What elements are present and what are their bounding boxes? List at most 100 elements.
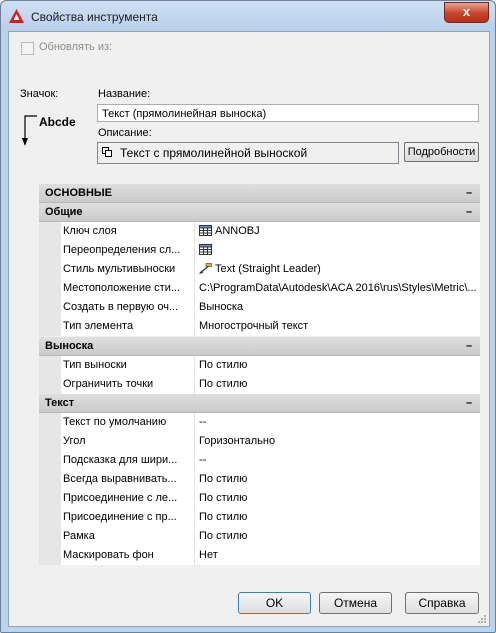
table-icon: [199, 225, 212, 236]
property-value[interactable]: --: [199, 454, 477, 466]
property-row[interactable]: Подсказка для шири... --: [39, 451, 480, 471]
title-bar[interactable]: Свойства инструмента x: [1, 1, 495, 31]
column-divider[interactable]: [194, 317, 195, 336]
property-row[interactable]: Текст по умолчанию --: [39, 413, 480, 433]
row-gutter: [39, 298, 61, 317]
property-value-text: Text (Straight Leader): [215, 263, 321, 275]
collapse-icon[interactable]: –: [464, 203, 474, 221]
column-divider[interactable]: [194, 279, 195, 298]
property-name: Рамка: [63, 530, 95, 542]
row-gutter: [39, 222, 61, 241]
column-divider[interactable]: [194, 241, 195, 260]
name-input[interactable]: Текст (прямолинейная выноска): [97, 104, 479, 122]
property-row[interactable]: Присоединение с ле... По стилю: [39, 489, 480, 509]
row-gutter: [39, 451, 61, 470]
section-main[interactable]: ОСНОВНЫЕ –: [39, 184, 480, 203]
column-divider[interactable]: [194, 470, 195, 489]
row-gutter: [39, 356, 61, 375]
resize-grip-icon[interactable]: [477, 614, 487, 624]
group-leader[interactable]: Выноска –: [39, 337, 480, 356]
column-divider[interactable]: [194, 260, 195, 279]
property-row[interactable]: Присоединение с пр... По стилю: [39, 508, 480, 528]
property-name: Ключ слоя: [63, 225, 117, 237]
property-name: Местоположение сти...: [63, 282, 181, 294]
icon-label: Значок:: [20, 88, 59, 100]
property-value[interactable]: По стилю: [199, 530, 477, 542]
property-name: Переопределения сл...: [63, 244, 181, 256]
property-row[interactable]: Создать в первую оч... Выноска: [39, 298, 480, 318]
cancel-button[interactable]: Отмена: [319, 592, 392, 614]
row-gutter: [39, 375, 61, 394]
property-name: Текст по умолчанию: [63, 416, 167, 428]
property-name: Создать в первую оч...: [63, 301, 179, 313]
property-row[interactable]: Маскировать фон Нет: [39, 546, 480, 566]
property-name: Подсказка для шири...: [63, 454, 178, 466]
group-general[interactable]: Общие –: [39, 203, 480, 222]
column-divider[interactable]: [194, 527, 195, 546]
property-value[interactable]: Выноска: [199, 301, 477, 313]
dialog-body: Обновлять из: Значок: Abcde Название: Те…: [8, 31, 490, 627]
property-value[interactable]: ANNOBJ: [199, 225, 477, 237]
property-value[interactable]: Нет: [199, 549, 477, 561]
property-row[interactable]: Тип выноски По стилю: [39, 356, 480, 376]
column-divider[interactable]: [194, 413, 195, 432]
property-row[interactable]: Переопределения сл...: [39, 241, 480, 261]
property-value-text: ANNOBJ: [215, 225, 260, 237]
property-value-text: По стилю: [199, 378, 248, 390]
property-row[interactable]: Угол Горизонтально: [39, 432, 480, 452]
column-divider[interactable]: [194, 222, 195, 241]
column-divider[interactable]: [194, 298, 195, 317]
property-row[interactable]: Всегда выравнивать... По стилю: [39, 470, 480, 490]
refresh-from-checkbox[interactable]: [21, 42, 34, 55]
column-divider[interactable]: [194, 432, 195, 451]
column-divider[interactable]: [194, 508, 195, 527]
column-divider[interactable]: [194, 546, 195, 565]
property-value[interactable]: По стилю: [199, 359, 477, 371]
column-divider[interactable]: [194, 356, 195, 375]
group-text[interactable]: Текст –: [39, 394, 480, 413]
row-gutter: [39, 279, 61, 298]
property-name: Тип выноски: [63, 359, 127, 371]
property-row[interactable]: Местоположение сти... C:\ProgramData\Auto…: [39, 279, 480, 299]
property-value[interactable]: Text (Straight Leader): [199, 263, 477, 275]
property-value[interactable]: По стилю: [199, 378, 477, 390]
property-value-text: По стилю: [199, 359, 248, 371]
description-field[interactable]: Текст с прямолинейной выноской: [97, 142, 399, 164]
close-icon: x: [462, 4, 471, 19]
column-divider[interactable]: [194, 489, 195, 508]
property-name: Присоединение с пр...: [63, 511, 177, 523]
ok-button[interactable]: OK: [238, 592, 311, 614]
property-name: Угол: [63, 435, 86, 447]
property-row[interactable]: Ключ слоя ANNOBJ: [39, 222, 480, 242]
property-row[interactable]: Ограничить точки По стилю: [39, 375, 480, 395]
property-row[interactable]: Стиль мультивыноски Text (Straight Leader…: [39, 260, 480, 280]
property-value[interactable]: C:\ProgramData\Autodesk\ACA 2016\rus\Sty…: [199, 282, 477, 294]
collapse-icon[interactable]: –: [464, 337, 474, 355]
collapse-icon[interactable]: –: [464, 184, 474, 202]
property-value[interactable]: Горизонтально: [199, 435, 477, 447]
property-value[interactable]: По стилю: [199, 511, 477, 523]
property-row[interactable]: Тип элемента Многострочный текст: [39, 317, 480, 337]
copy-icon: [102, 147, 112, 157]
help-button[interactable]: Справка: [405, 592, 479, 614]
row-gutter: [39, 527, 61, 546]
property-value[interactable]: --: [199, 416, 477, 428]
property-value[interactable]: По стилю: [199, 492, 477, 504]
property-name: Тип элемента: [63, 320, 134, 332]
column-divider[interactable]: [194, 375, 195, 394]
collapse-icon[interactable]: –: [464, 394, 474, 412]
column-divider[interactable]: [194, 451, 195, 470]
refresh-from-label: Обновлять из:: [39, 41, 113, 53]
row-gutter: [39, 413, 61, 432]
property-value[interactable]: [199, 244, 477, 256]
property-value[interactable]: По стилю: [199, 473, 477, 485]
row-gutter: [39, 260, 61, 279]
group-text-title: Текст: [45, 397, 75, 409]
property-value[interactable]: Многострочный текст: [199, 320, 477, 332]
property-value-text: По стилю: [199, 473, 248, 485]
section-main-title: ОСНОВНЫЕ: [45, 187, 112, 199]
details-button[interactable]: Подробности: [404, 142, 479, 162]
close-button[interactable]: x: [444, 2, 489, 23]
property-value-text: --: [199, 454, 207, 466]
property-row[interactable]: Рамка По стилю: [39, 527, 480, 547]
